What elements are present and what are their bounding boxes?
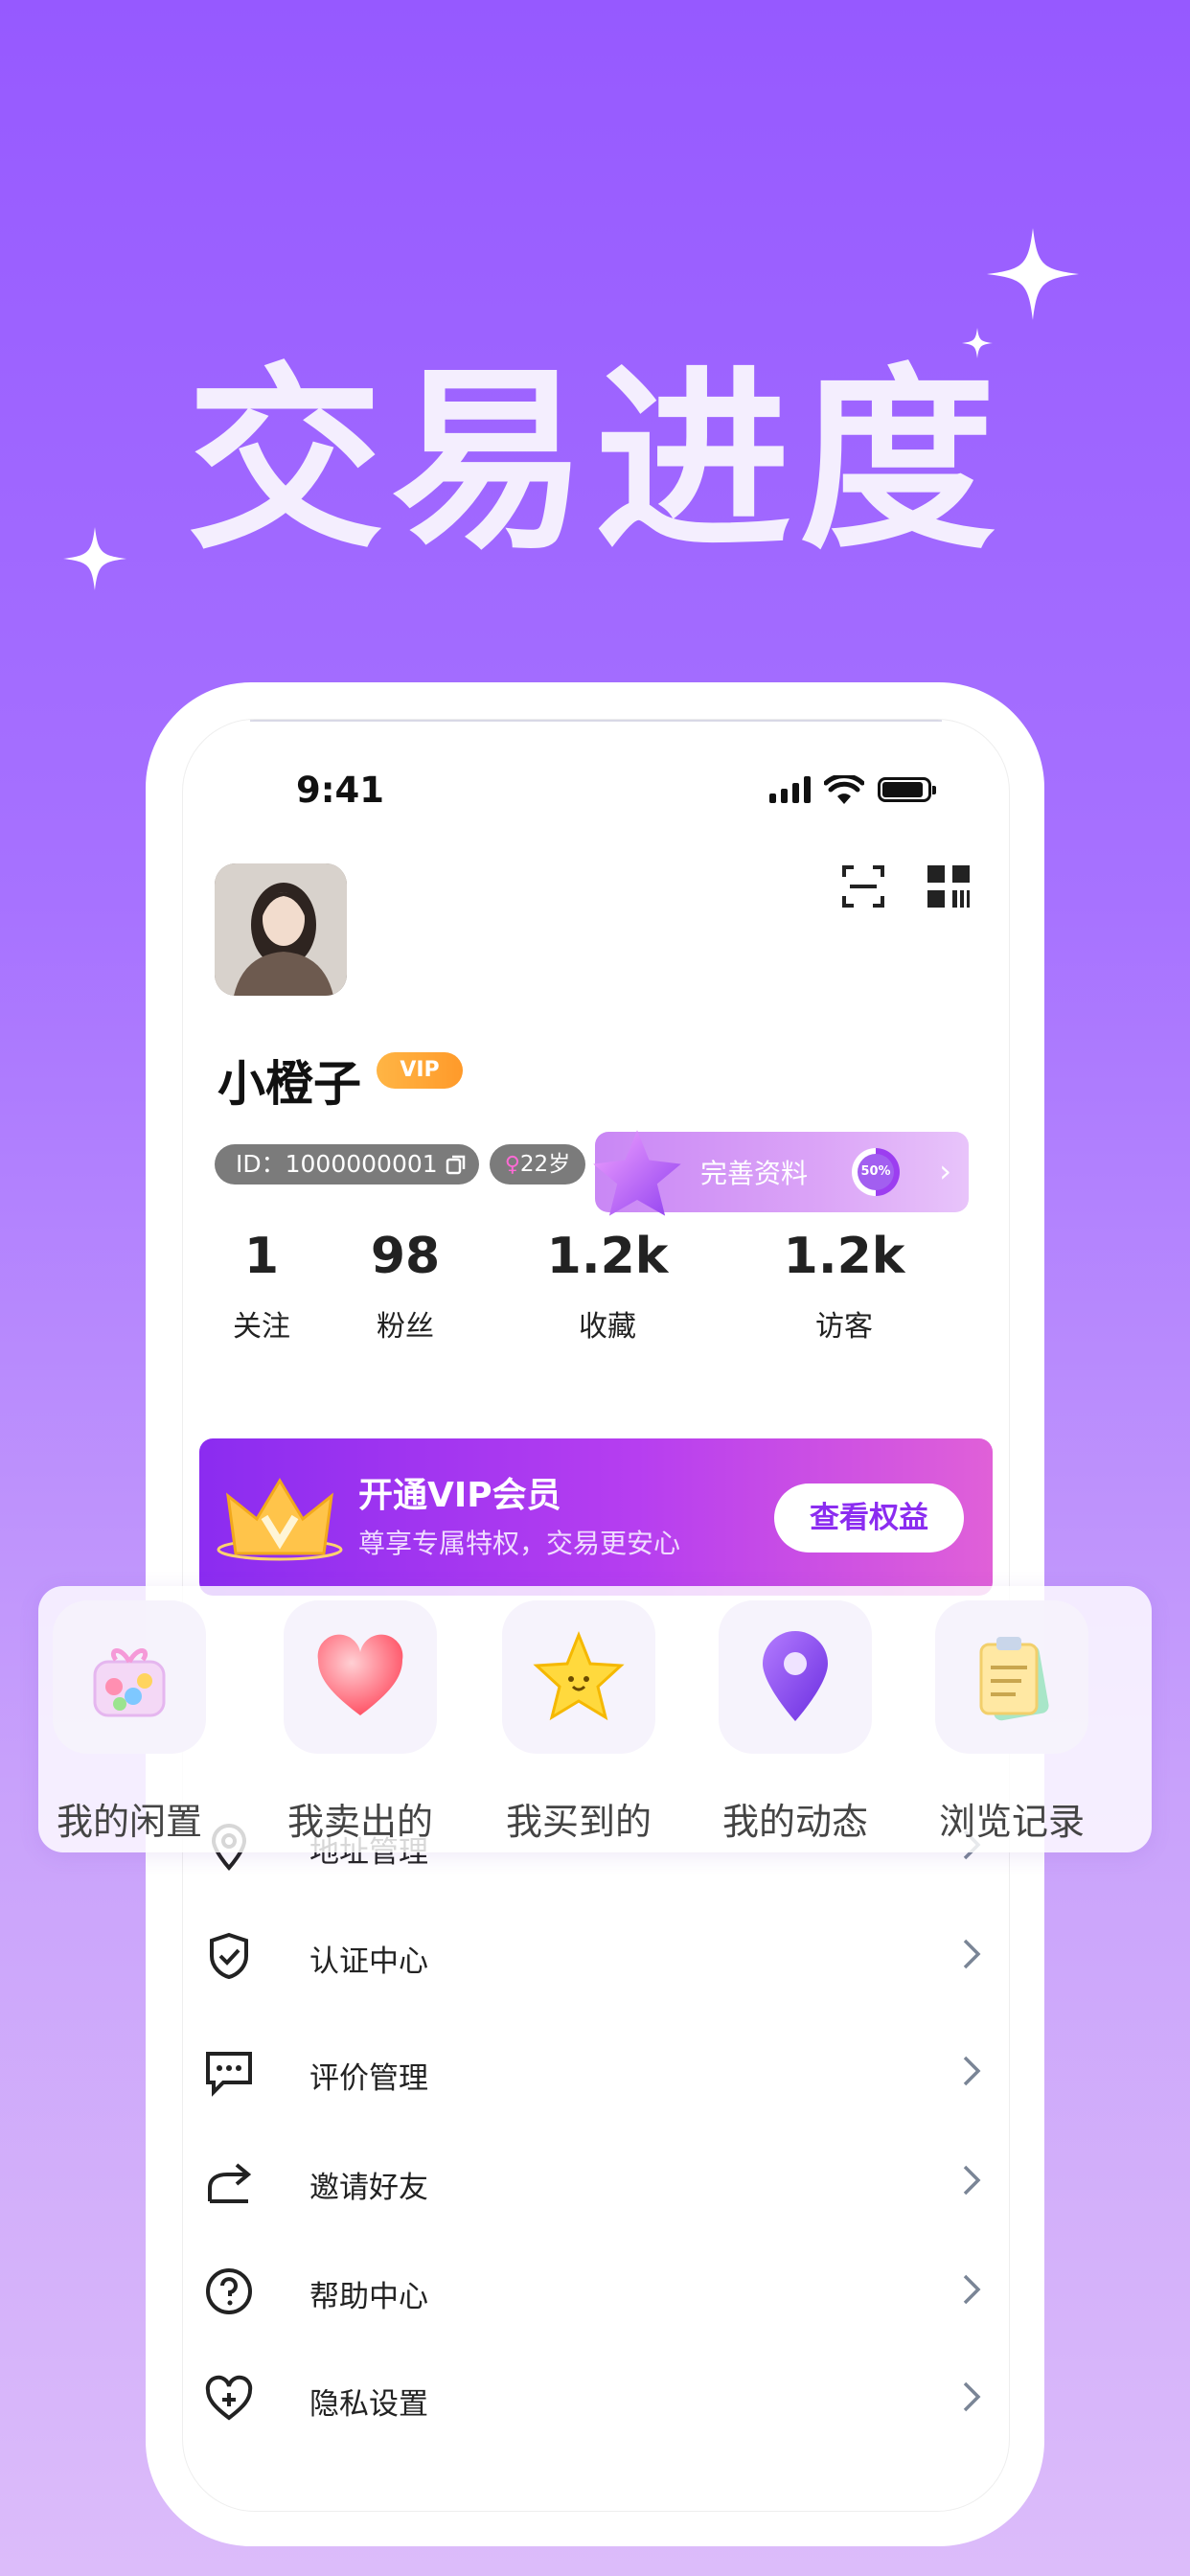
tool-sold[interactable]: 我卖出的 [284,1600,437,1845]
headline: 交易进度 [187,348,1003,576]
tool-label: 我的动态 [721,1801,868,1843]
copy-icon[interactable] [446,1154,467,1175]
heart-icon [317,1634,403,1715]
menu-label: 邀请好友 [309,2171,428,2205]
tool-tile [935,1600,1088,1754]
menu-label: 评价管理 [309,2061,428,2096]
age-chip: ♀22岁 [490,1144,585,1184]
gift-box-icon [93,1648,166,1717]
chevron-right-icon [963,1939,981,1969]
tool-tile [502,1600,655,1754]
stat-label: 收藏 [579,1310,636,1344]
username: 小橙子 [217,1056,361,1112]
heart-plus-icon [205,2375,253,2421]
vip-badge: VIP [377,1052,463,1089]
tool-tile [719,1600,872,1754]
tool-tile [284,1600,437,1754]
menu-label: 帮助中心 [309,2280,428,2314]
scan-icon[interactable] [840,863,886,909]
stat-value: 1 [243,1228,280,1285]
menu-label: 认证中心 [309,1944,428,1979]
crown-icon [217,1478,343,1561]
avatar[interactable] [215,863,347,996]
clipboard-icon [979,1637,1049,1721]
user-id-chip[interactable]: ID：1000000001 [215,1144,479,1184]
complete-profile-label: 完善资料 [700,1158,809,1189]
location-pin-icon [763,1631,828,1721]
profile-progress-ring: 50% [852,1148,900,1196]
stat-value: 98 [370,1228,441,1285]
menu-item-reviews[interactable]: 评价管理 [183,2023,1009,2128]
stat-label: 关注 [233,1310,290,1344]
top-divider [250,720,942,722]
tool-label: 我买到的 [505,1801,652,1843]
share-icon [208,2163,252,2203]
wifi-icon [824,775,864,804]
menu-item-invite[interactable]: 邀请好友 [183,2132,1009,2238]
qrcode-icon[interactable] [926,863,972,909]
vip-title: 开通VIP会员 [358,1476,561,1515]
chevron-right-icon [963,2274,981,2305]
tools-card: 我的闲置 我卖出的 我买到的 我的动态 浏览记录 [38,1586,1152,1852]
chevron-right-icon [963,2165,981,2196]
menu-item-privacy[interactable]: 隐私设置 [183,2349,1009,2454]
stat-fans[interactable]: 98 粉丝 [338,1228,472,1345]
tool-tile [53,1600,206,1754]
stat-value: 1.2k [783,1228,905,1285]
chevron-right-icon [963,2056,981,2086]
tool-bought[interactable]: 我买到的 [502,1600,655,1845]
comment-icon [206,2052,252,2097]
menu-label: 隐私设置 [309,2387,428,2422]
status-icons [769,775,936,804]
shield-check-icon [210,1932,248,1980]
help-icon [206,2268,252,2314]
age-text: 22岁 [519,1152,571,1177]
battery-icon [878,777,936,802]
star-3d-icon [593,1130,681,1216]
profile-progress-text: 50% [858,1154,894,1190]
stat-label: 访客 [815,1310,873,1344]
tool-history[interactable]: 浏览记录 [935,1600,1088,1845]
view-benefits-button[interactable]: 查看权益 [774,1484,964,1552]
vip-banner[interactable]: 开通VIP会员 尊享专属特权，交易更安心 查看权益 [199,1438,993,1596]
signal-icon [769,776,811,803]
chevron-right-icon: › [939,1153,951,1189]
chevron-right-icon [963,2381,981,2412]
status-time: 9:41 [296,770,385,811]
tool-my-posts[interactable]: 我的动态 [719,1600,872,1845]
user-id-text: ID：1000000001 [236,1150,438,1178]
stat-label: 粉丝 [377,1310,434,1344]
complete-profile-card[interactable]: 完善资料 50% › [593,1130,969,1216]
tool-my-idle[interactable]: 我的闲置 [53,1600,206,1845]
menu-item-verification[interactable]: 认证中心 [183,1906,1009,2012]
stat-visitors[interactable]: 1.2k 访客 [763,1228,926,1345]
tool-label: 我卖出的 [286,1801,433,1843]
tool-label: 我的闲置 [56,1801,202,1843]
star-icon [533,1630,625,1721]
vip-subtitle: 尊享专属特权，交易更安心 [358,1528,681,1559]
stat-following[interactable]: 1 关注 [209,1228,314,1345]
tool-label: 浏览记录 [938,1801,1085,1843]
female-icon: ♀ [504,1153,520,1177]
stat-value: 1.2k [546,1228,669,1285]
menu-item-help[interactable]: 帮助中心 [183,2242,1009,2347]
stat-favorites[interactable]: 1.2k 收藏 [526,1228,689,1345]
